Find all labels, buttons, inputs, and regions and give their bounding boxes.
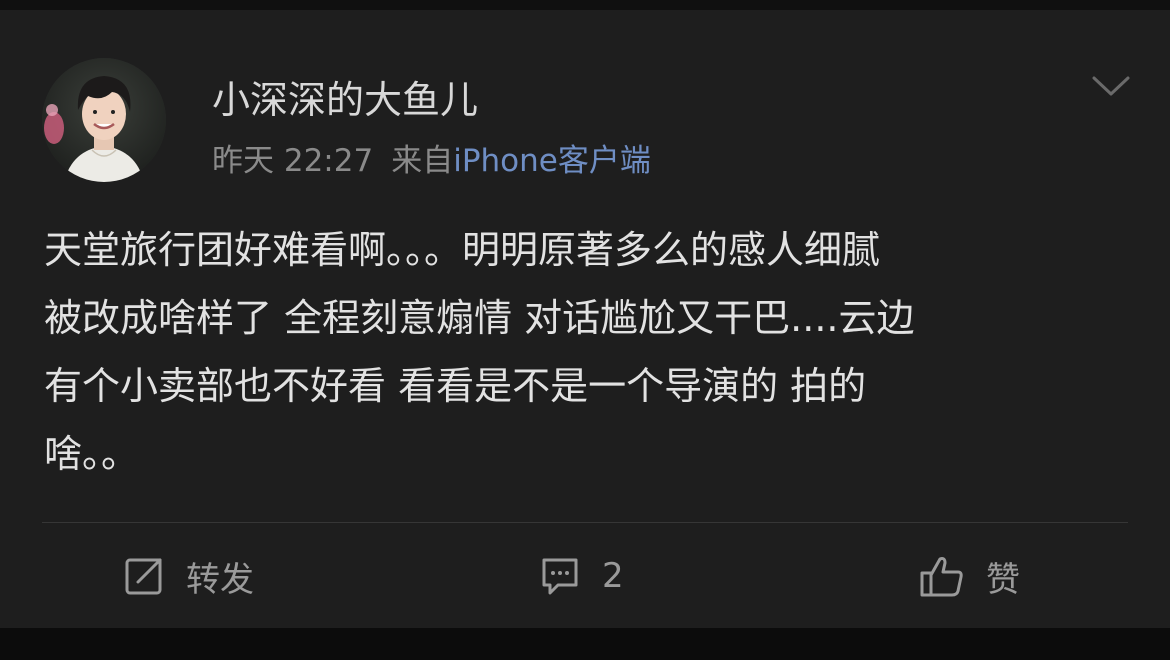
repost-label: 转发 <box>186 559 254 600</box>
like-button[interactable]: 赞 <box>918 548 1020 604</box>
thumbs-up-icon <box>920 557 963 597</box>
comment-icon <box>542 558 578 595</box>
avatar-image <box>42 58 166 182</box>
repost-button[interactable]: 转发 <box>122 548 254 604</box>
top-edge <box>0 0 1170 10</box>
source-prefix: 来自 <box>391 143 454 179</box>
comment-count: 2 <box>602 556 624 596</box>
like-label: 赞 <box>986 559 1020 600</box>
post-text: 天堂旅行团好难看啊。。。明明原著多么的感人细腻 被改成啥样了 全程刻意煽情 对话… <box>44 228 915 476</box>
post-time: 昨天 22:27 <box>212 143 374 179</box>
post-meta: 昨天 22:27 来自iPhone客户端 <box>212 140 651 182</box>
chevron-down-icon[interactable] <box>1088 68 1134 102</box>
comment-button[interactable]: 2 <box>538 548 624 604</box>
avatar[interactable] <box>42 58 166 182</box>
author-name[interactable]: 小深深的大鱼儿 <box>212 76 478 124</box>
bottom-edge <box>0 628 1170 660</box>
repost-icon <box>125 558 162 595</box>
divider <box>42 522 1128 523</box>
source-link[interactable]: iPhone客户端 <box>453 143 651 179</box>
weibo-post-screen: 小深深的大鱼儿 昨天 22:27 来自iPhone客户端 天堂旅行团好难看啊。。。… <box>0 0 1170 660</box>
